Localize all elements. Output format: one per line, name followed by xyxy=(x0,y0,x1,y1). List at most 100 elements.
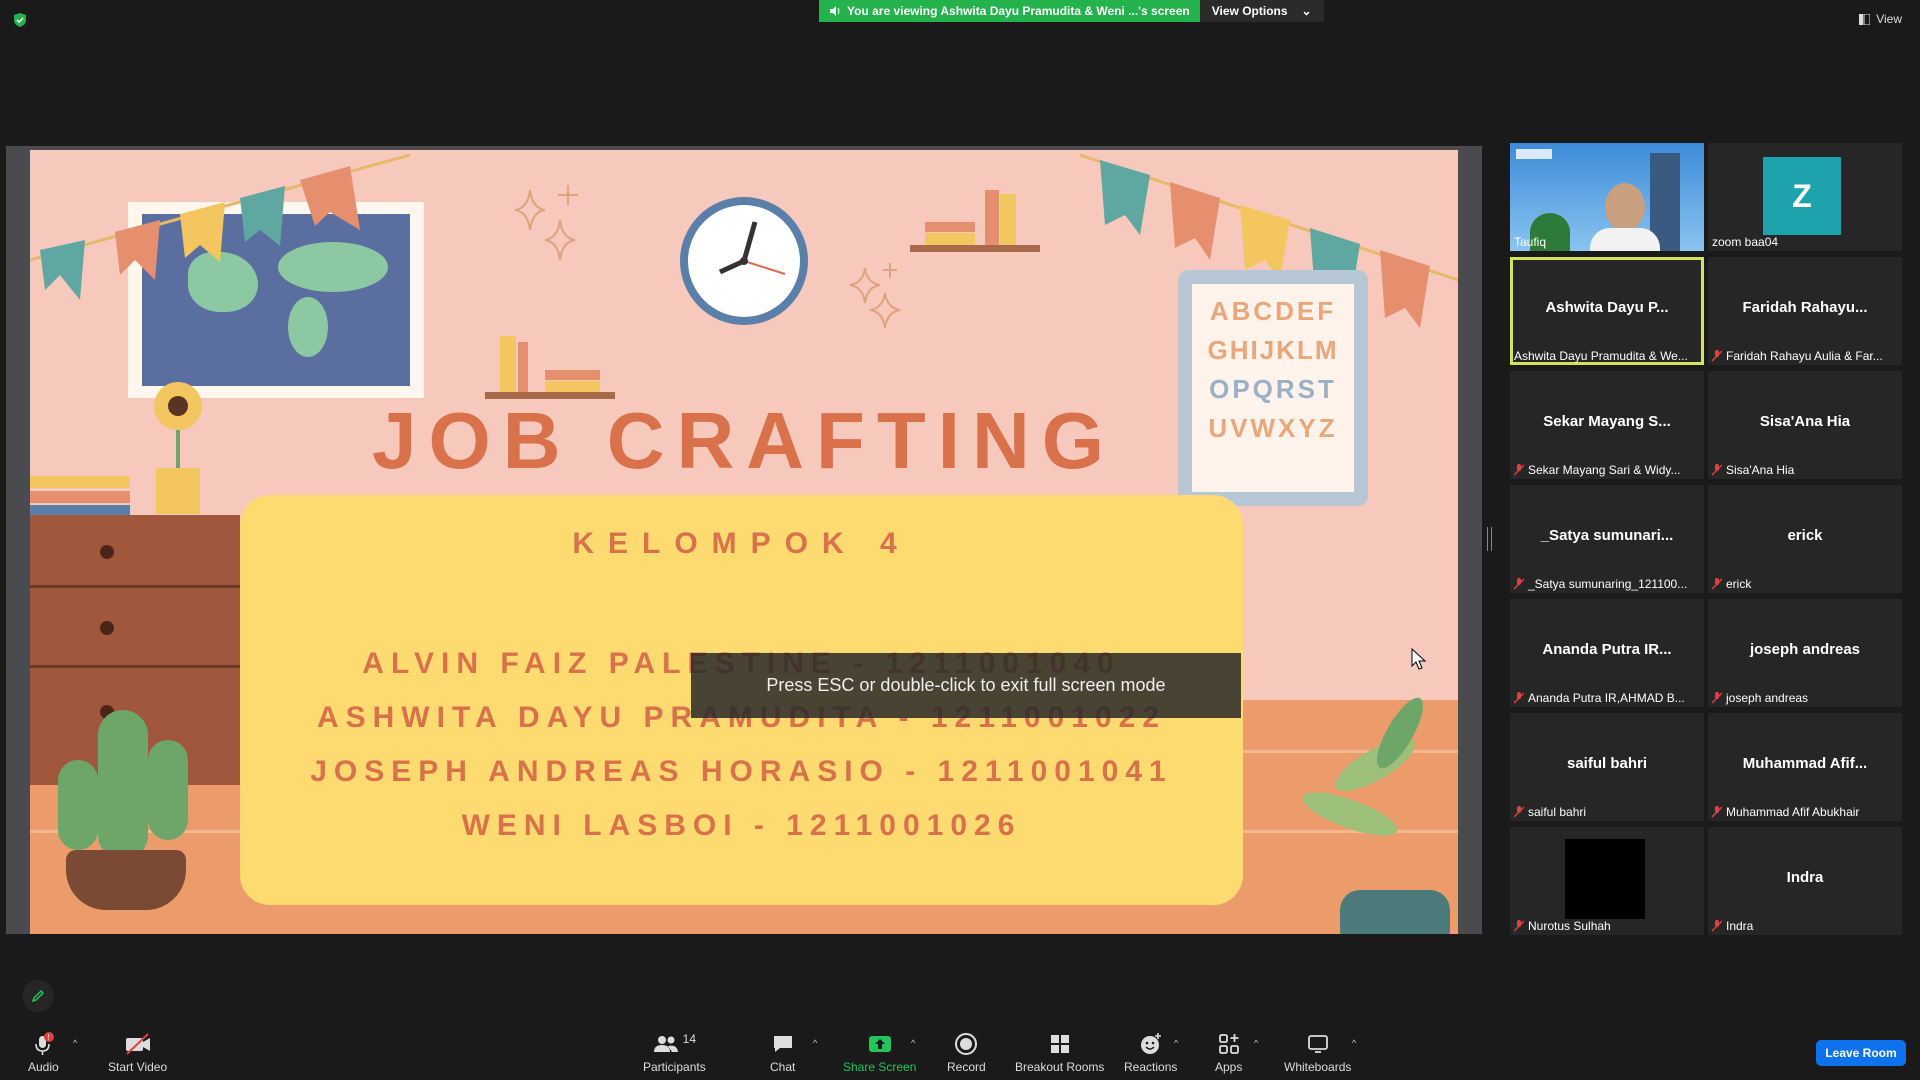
audio-label: Audio xyxy=(28,1060,59,1074)
viewing-banner: You are viewing Ashwita Dayu Pramudita &… xyxy=(819,0,1200,22)
record-label: Record xyxy=(947,1060,986,1074)
participant-tile-active-speaker[interactable]: Ashwita Dayu P... Ashwita Dayu Pramudita… xyxy=(1510,257,1704,365)
audio-button[interactable]: ! Audio xyxy=(28,1032,59,1074)
slide-title: JOB CRAFTING xyxy=(372,396,1116,485)
participant-label: Taufiq xyxy=(1514,235,1547,249)
reactions-label: Reactions xyxy=(1124,1060,1178,1074)
chevron-down-icon: ⌄ xyxy=(1301,4,1312,18)
pencil-icon xyxy=(31,989,45,1003)
participants-icon xyxy=(653,1036,678,1052)
avatar: Z xyxy=(1763,157,1841,235)
participant-tile[interactable]: _Satya sumunari... _Satya sumunaring_121… xyxy=(1510,485,1704,593)
participant-name: Indra xyxy=(1786,869,1824,886)
participant-tile[interactable]: joseph andreas joseph andreas xyxy=(1708,599,1902,707)
participants-icon-row: 14 xyxy=(653,1032,696,1056)
mic-muted-icon xyxy=(1514,920,1524,932)
share-screen-icon xyxy=(868,1036,891,1052)
participant-tile[interactable]: Indra Indra xyxy=(1708,827,1902,935)
record-button[interactable]: Record xyxy=(947,1032,986,1074)
mic-muted-icon xyxy=(1514,806,1524,818)
view-button[interactable]: View xyxy=(1859,12,1902,26)
participant-tile[interactable]: Taufiq xyxy=(1510,143,1704,251)
participant-label: Muhammad Afif Abukhair xyxy=(1726,805,1860,819)
participant-label: Sisa'Ana Hia xyxy=(1726,463,1795,477)
share-options-caret-icon[interactable]: ^ xyxy=(911,1038,915,1048)
participant-name: _Satya sumunari... xyxy=(1540,527,1674,544)
breakout-rooms-button[interactable]: Breakout Rooms xyxy=(1015,1032,1104,1074)
security-shield-icon[interactable] xyxy=(12,12,28,28)
participant-tile[interactable]: Z zoom baa04 xyxy=(1708,143,1902,251)
reactions-icon xyxy=(1140,1033,1161,1054)
participant-name: erick xyxy=(1787,527,1823,544)
participant-label-row: Faridah Rahayu Aulia & Far... xyxy=(1712,349,1883,363)
avatar xyxy=(1565,839,1645,919)
mic-muted-icon xyxy=(1514,692,1524,704)
record-icon xyxy=(955,1033,978,1055)
speaker-icon xyxy=(830,6,840,16)
participant-label-row: Sekar Mayang Sari & Widy... xyxy=(1514,463,1681,477)
participants-count: 14 xyxy=(682,1032,697,1046)
participant-name: Ananda Putra IR... xyxy=(1542,641,1672,658)
participant-label: Sekar Mayang Sari & Widy... xyxy=(1528,463,1681,477)
start-video-button[interactable]: Start Video xyxy=(108,1032,167,1074)
reactions-button[interactable]: Reactions xyxy=(1124,1032,1177,1074)
chat-button[interactable]: Chat xyxy=(770,1032,795,1074)
participant-label-row: Indra xyxy=(1712,919,1753,933)
reactions-options-caret-icon[interactable]: ^ xyxy=(1174,1038,1178,1048)
mic-muted-icon xyxy=(1712,350,1722,362)
audio-options-caret-icon[interactable]: ^ xyxy=(73,1038,77,1048)
participant-name: saiful bahri xyxy=(1566,755,1648,772)
participant-name: Faridah Rahayu... xyxy=(1742,299,1868,316)
participant-tile[interactable]: saiful bahri saiful bahri xyxy=(1510,713,1704,821)
participant-name: Ashwita Dayu P... xyxy=(1545,299,1669,316)
participant-label: zoom baa04 xyxy=(1712,235,1779,249)
participant-name: Sisa'Ana Hia xyxy=(1759,413,1851,430)
participant-label: Indra xyxy=(1726,919,1754,933)
participant-label-row: Muhammad Afif Abukhair xyxy=(1712,805,1859,819)
mic-muted-icon xyxy=(1712,578,1722,590)
view-options-button[interactable]: View Options ⌄ xyxy=(1199,0,1324,22)
presentation-slide: ABCDEF GHIJKLM OPQRST UVWXYZ JOB CRAFTIN… xyxy=(30,150,1458,934)
shared-screen[interactable]: ABCDEF GHIJKLM OPQRST UVWXYZ JOB CRAFTIN… xyxy=(6,146,1482,934)
breakout-rooms-label: Breakout Rooms xyxy=(1015,1060,1105,1074)
participant-tile[interactable]: Muhammad Afif... Muhammad Afif Abukhair xyxy=(1708,713,1902,821)
participant-tile[interactable]: erick erick xyxy=(1708,485,1902,593)
alphabet-row: ABCDEF xyxy=(1209,296,1337,326)
participant-label: joseph andreas xyxy=(1726,691,1809,705)
panel-resize-handle[interactable] xyxy=(1487,527,1492,551)
participant-tile[interactable]: Ananda Putra IR... Ananda Putra IR,AHMAD… xyxy=(1510,599,1704,707)
alphabet-row: GHIJKLM xyxy=(1207,335,1339,365)
view-options-label: View Options xyxy=(1211,4,1288,18)
meeting-toolbar: ! Audio ^ Start Video 14 Participants Ch… xyxy=(0,1020,1920,1080)
participants-button[interactable]: 14 Participants xyxy=(643,1032,706,1074)
participant-label: saiful bahri xyxy=(1528,805,1587,819)
whiteboards-label: Whiteboards xyxy=(1284,1060,1352,1074)
chat-options-caret-icon[interactable]: ^ xyxy=(813,1038,817,1048)
apps-options-caret-icon[interactable]: ^ xyxy=(1254,1038,1258,1048)
participant-tile[interactable]: Sisa'Ana Hia Sisa'Ana Hia xyxy=(1708,371,1902,479)
participant-tile[interactable]: Sekar Mayang S... Sekar Mayang Sari & Wi… xyxy=(1510,371,1704,479)
leave-room-button[interactable]: Leave Room xyxy=(1816,1040,1906,1066)
participant-label: Faridah Rahayu Aulia & Far... xyxy=(1726,349,1883,363)
whiteboard-icon xyxy=(1307,1035,1328,1053)
view-label: View xyxy=(1876,12,1902,26)
apps-button[interactable]: Apps xyxy=(1215,1032,1242,1074)
mic-muted-icon xyxy=(1712,920,1722,932)
participant-label: _Satya sumunaring_121100... xyxy=(1528,577,1688,591)
whiteboards-options-caret-icon[interactable]: ^ xyxy=(1352,1038,1356,1048)
mouse-cursor-icon xyxy=(1411,648,1427,670)
grid-view-icon xyxy=(1859,13,1871,25)
participant-label: Ananda Putra IR,AHMAD B... xyxy=(1528,691,1685,705)
whiteboards-button[interactable]: Whiteboards xyxy=(1284,1032,1351,1074)
participant-label-row: Ananda Putra IR,AHMAD B... xyxy=(1514,691,1685,705)
share-screen-button[interactable]: Share Screen xyxy=(843,1032,916,1074)
screen-share-banner: You are viewing Ashwita Dayu Pramudita &… xyxy=(819,0,1324,22)
participant-label-row: _Satya sumunaring_121100... xyxy=(1514,577,1687,591)
fullscreen-exit-toast: Press ESC or double-click to exit full s… xyxy=(691,653,1241,718)
microphone-icon: ! xyxy=(35,1032,55,1055)
chat-icon xyxy=(773,1036,792,1052)
participant-tile[interactable]: Faridah Rahayu... Faridah Rahayu Aulia &… xyxy=(1708,257,1902,365)
participant-tile[interactable]: Nurotus Sulhah xyxy=(1510,827,1704,935)
svg-text:!: ! xyxy=(48,1033,50,1042)
annotate-button[interactable] xyxy=(22,980,54,1012)
